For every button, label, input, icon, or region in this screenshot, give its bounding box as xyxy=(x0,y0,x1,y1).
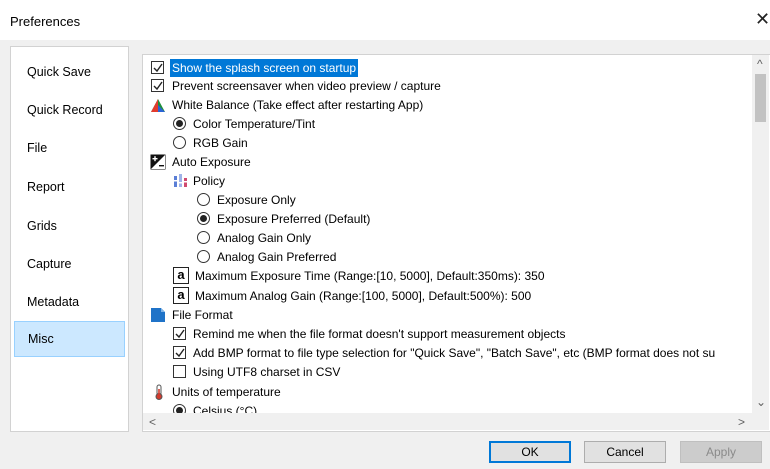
utf8-csv-label: Using UTF8 charset in CSV xyxy=(193,365,341,379)
screensaver-label: Prevent screensaver when video preview /… xyxy=(172,79,441,93)
policy-label: Policy xyxy=(193,174,226,188)
splash-checkbox[interactable] xyxy=(151,61,164,74)
remind-measurement-checkbox[interactable] xyxy=(173,327,186,340)
remind-measurement-label: Remind me when the file format doesn't s… xyxy=(193,327,566,341)
preferences-nav: Quick Save Quick Record File Report Grid… xyxy=(10,46,129,432)
analog-gain-only-label: Analog Gain Only xyxy=(217,231,312,245)
group-white-balance: White Balance (Take effect after restart… xyxy=(151,96,751,114)
field-max-exposure[interactable]: a Maximum Exposure Time (Range:[10, 5000… xyxy=(173,267,753,285)
title-bar: Preferences ✕ xyxy=(0,0,770,40)
group-policy: Policy xyxy=(173,172,673,190)
policy-icon xyxy=(173,173,189,189)
nav-item-quick-record[interactable]: Quick Record xyxy=(11,92,128,128)
option-screensaver[interactable]: Prevent screensaver when video preview /… xyxy=(151,77,751,95)
nav-item-quick-save[interactable]: Quick Save xyxy=(11,54,128,90)
white-balance-label: White Balance (Take effect after restart… xyxy=(172,98,424,112)
vertical-scroll-thumb[interactable] xyxy=(755,74,766,122)
auto-exposure-label: Auto Exposure xyxy=(172,155,251,169)
group-file-format: File Format xyxy=(151,306,751,324)
white-balance-icon xyxy=(150,97,166,113)
rgb-gain-radio[interactable] xyxy=(173,136,186,149)
option-utf8-csv[interactable]: Using UTF8 charset in CSV xyxy=(173,363,768,381)
field-max-gain[interactable]: a Maximum Analog Gain (Range:[100, 5000]… xyxy=(173,287,753,305)
max-gain-label: Maximum Analog Gain (Range:[100, 5000], … xyxy=(195,289,532,303)
cancel-button[interactable]: Cancel xyxy=(584,441,666,463)
exposure-only-radio[interactable] xyxy=(197,193,210,206)
rgb-gain-label: RGB Gain xyxy=(193,136,248,150)
screensaver-checkbox[interactable] xyxy=(151,79,164,92)
nav-item-capture[interactable]: Capture xyxy=(11,246,128,282)
thermometer-icon xyxy=(151,384,167,400)
scroll-down-icon[interactable]: ⌄ xyxy=(756,396,766,408)
splash-label: Show the splash screen on startup xyxy=(170,59,359,77)
scroll-up-icon[interactable]: ^ xyxy=(757,58,763,70)
file-format-label: File Format xyxy=(172,308,233,322)
nav-item-report[interactable]: Report xyxy=(11,169,128,205)
units-temperature-label: Units of temperature xyxy=(172,385,281,399)
text-field-icon: a xyxy=(173,287,189,304)
analog-gain-preferred-radio[interactable] xyxy=(197,250,210,263)
window-title: Preferences xyxy=(10,14,81,29)
option-splash[interactable]: Show the splash screen on startup xyxy=(151,59,751,77)
file-format-icon xyxy=(150,307,166,323)
option-analog-gain-only[interactable]: Analog Gain Only xyxy=(197,229,697,247)
analog-gain-preferred-label: Analog Gain Preferred xyxy=(217,250,337,264)
group-auto-exposure: Auto Exposure xyxy=(150,153,751,171)
add-bmp-checkbox[interactable] xyxy=(173,346,186,359)
scrollbar-corner xyxy=(752,413,769,430)
option-exposure-only[interactable]: Exposure Only xyxy=(197,191,697,209)
scroll-left-icon[interactable]: < xyxy=(149,416,156,428)
max-exposure-label: Maximum Exposure Time (Range:[10, 5000],… xyxy=(195,269,545,283)
exposure-preferred-label: Exposure Preferred (Default) xyxy=(217,212,371,226)
celsius-label: Celsius (°C) xyxy=(193,404,258,413)
celsius-radio[interactable] xyxy=(173,404,186,413)
add-bmp-label: Add BMP format to file type selection fo… xyxy=(193,346,716,360)
nav-item-grids[interactable]: Grids xyxy=(11,208,128,244)
exposure-preferred-radio[interactable] xyxy=(197,212,210,225)
exposure-icon xyxy=(150,154,166,170)
close-icon[interactable]: ✕ xyxy=(755,9,770,30)
nav-item-metadata[interactable]: Metadata xyxy=(11,284,128,320)
utf8-csv-checkbox[interactable] xyxy=(173,365,186,378)
option-remind-measurement[interactable]: Remind me when the file format doesn't s… xyxy=(173,325,768,343)
horizontal-scrollbar[interactable] xyxy=(143,413,752,430)
option-add-bmp[interactable]: Add BMP format to file type selection fo… xyxy=(173,344,768,362)
options-tree: Show the splash screen on startup Preven… xyxy=(142,54,770,432)
nav-item-file[interactable]: File xyxy=(11,130,128,166)
text-field-icon: a xyxy=(173,267,189,284)
nav-item-misc[interactable]: Misc xyxy=(14,321,125,357)
option-celsius-partial[interactable]: Celsius (°C) xyxy=(173,402,473,413)
option-color-temperature[interactable]: Color Temperature/Tint xyxy=(173,115,673,133)
apply-button[interactable]: Apply xyxy=(680,441,762,463)
ok-button[interactable]: OK xyxy=(489,441,571,463)
scroll-right-icon[interactable]: > xyxy=(738,416,745,428)
exposure-only-label: Exposure Only xyxy=(217,193,296,207)
option-rgb-gain[interactable]: RGB Gain xyxy=(173,134,673,152)
group-units-temperature: Units of temperature xyxy=(151,383,751,401)
color-temperature-label: Color Temperature/Tint xyxy=(193,117,316,131)
option-analog-gain-preferred[interactable]: Analog Gain Preferred xyxy=(197,248,697,266)
color-temperature-radio[interactable] xyxy=(173,117,186,130)
analog-gain-only-radio[interactable] xyxy=(197,231,210,244)
option-exposure-preferred[interactable]: Exposure Preferred (Default) xyxy=(197,210,697,228)
